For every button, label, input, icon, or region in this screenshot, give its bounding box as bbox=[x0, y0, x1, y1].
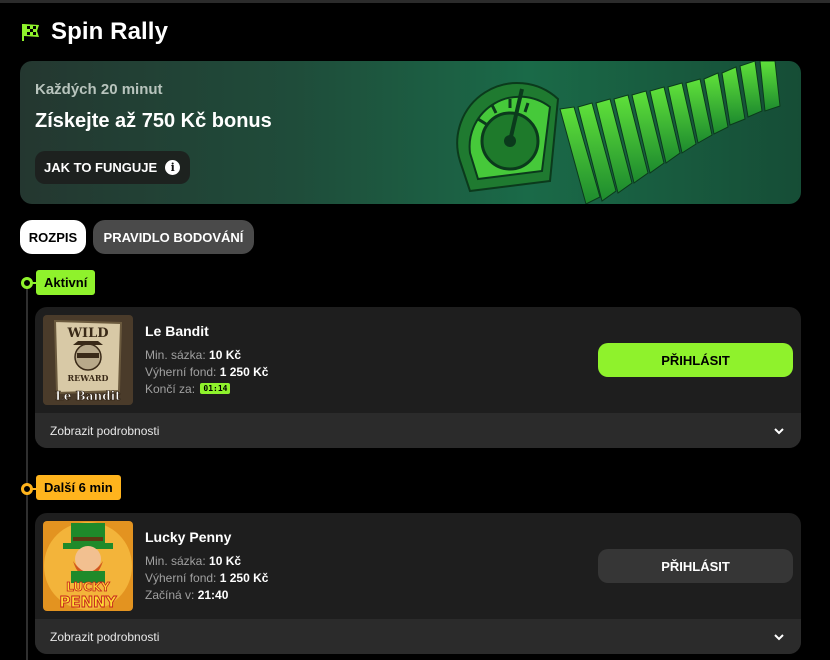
tournament-card-le-bandit: WILD REWARD Le Bandit Le Bandit Min. sáz… bbox=[35, 307, 801, 448]
how-it-works-button[interactable]: JAK TO FUNGUJE i bbox=[35, 151, 191, 184]
banner-headline: Získejte až 750 Kč bonus bbox=[35, 110, 272, 132]
countdown-timer: 01:14 bbox=[200, 383, 231, 395]
game-name: Le Bandit bbox=[145, 323, 209, 339]
min-bet-row: Min. sázka: 10 Kč bbox=[145, 554, 242, 568]
status-badge-next: Další 6 min bbox=[36, 475, 121, 500]
join-button[interactable]: PŘIHLÁSIT bbox=[598, 343, 793, 377]
svg-text:WILD: WILD bbox=[66, 326, 108, 341]
tab-schedule[interactable]: ROZPIS bbox=[20, 220, 86, 254]
tab-scoring-rules[interactable]: PRAVIDLO BODOVÁNÍ bbox=[93, 220, 254, 254]
chevron-down-icon bbox=[774, 427, 784, 434]
prize-pool-row: Výherní fond: 1 250 Kč bbox=[145, 571, 269, 585]
game-thumbnail-le-bandit: WILD REWARD Le Bandit bbox=[43, 315, 133, 405]
svg-text:PENNY: PENNY bbox=[59, 593, 117, 611]
show-details-label: Zobrazit podrobnosti bbox=[50, 629, 160, 644]
show-details-toggle[interactable]: Zobrazit podrobnosti bbox=[35, 413, 801, 448]
min-bet-row: Min. sázka: 10 Kč bbox=[145, 348, 242, 362]
prize-pool-row: Výherní fond: 1 250 Kč bbox=[145, 365, 269, 379]
page-title: Spin Rally bbox=[51, 18, 169, 45]
timeline-line bbox=[26, 284, 28, 660]
game-thumbnail-lucky-penny: LUCKY PENNY bbox=[43, 521, 133, 611]
ends-in-row: Končí za: 01:14 bbox=[145, 382, 231, 396]
chevron-down-icon bbox=[774, 633, 784, 640]
status-badge-active: Aktivní bbox=[36, 270, 96, 295]
promo-banner: Každých 20 minut Získejte až 750 Kč bonu… bbox=[20, 61, 801, 204]
show-details-toggle[interactable]: Zobrazit podrobnosti bbox=[35, 619, 801, 654]
tournament-card-lucky-penny: LUCKY PENNY Lucky Penny Min. sázka: 10 K… bbox=[35, 513, 801, 654]
show-details-label: Zobrazit podrobnosti bbox=[50, 423, 160, 438]
checkered-flag-icon bbox=[22, 24, 39, 41]
game-name: Lucky Penny bbox=[145, 529, 232, 545]
top-divider bbox=[0, 0, 830, 3]
page-header: Spin Rally bbox=[20, 18, 168, 46]
info-icon: i bbox=[165, 160, 181, 175]
svg-text:LUCKY: LUCKY bbox=[66, 580, 110, 594]
svg-text:Le Bandit: Le Bandit bbox=[55, 389, 121, 403]
join-button[interactable]: PŘIHLÁSIT bbox=[598, 549, 793, 583]
starts-at-row: Začíná v: 21:40 bbox=[145, 588, 229, 602]
svg-text:REWARD: REWARD bbox=[67, 373, 108, 383]
how-it-works-label: JAK TO FUNGUJE bbox=[44, 160, 158, 175]
speedometer-art bbox=[456, 61, 781, 204]
banner-subtitle: Každých 20 minut bbox=[35, 81, 163, 98]
